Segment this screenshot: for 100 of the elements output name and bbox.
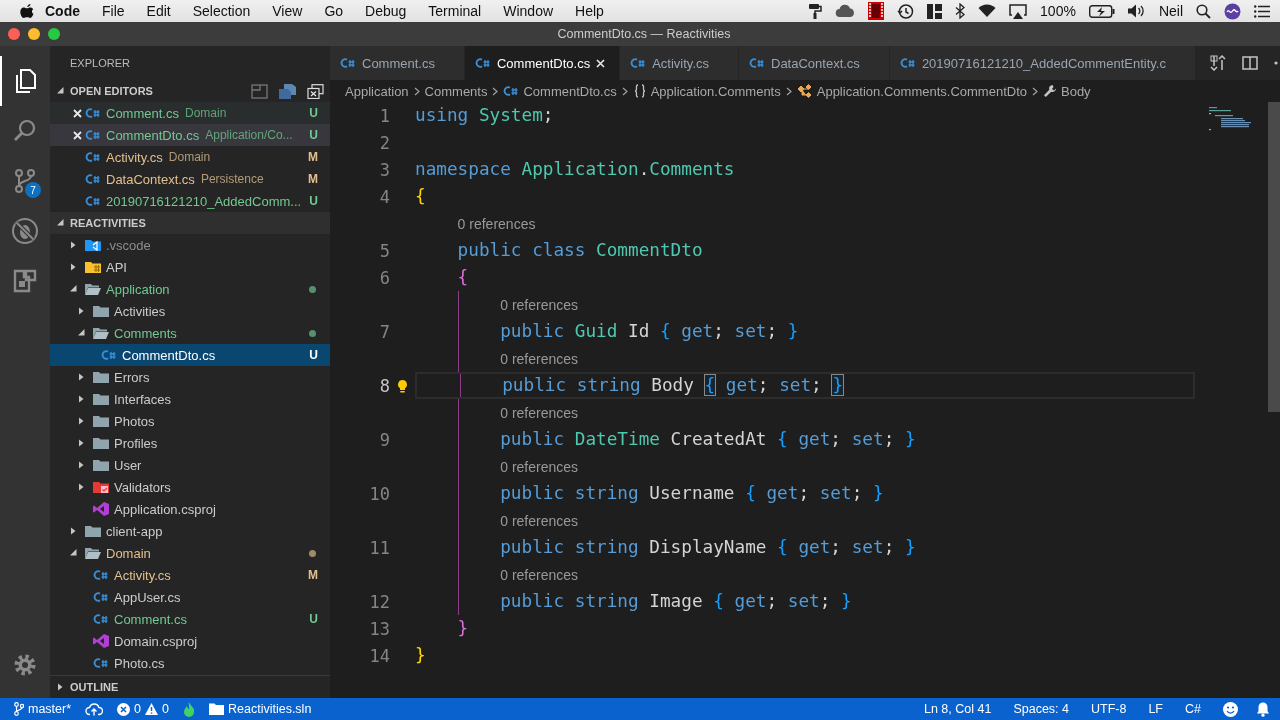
assistant-icon[interactable] <box>1224 2 1241 20</box>
codelens-link[interactable]: 0 references <box>500 297 579 313</box>
film-icon[interactable] <box>868 2 885 20</box>
status-item[interactable]: Ln 8, Col 41 <box>924 702 992 716</box>
tree-item[interactable]: Photo.cs <box>114 655 165 671</box>
tree-item[interactable]: Activities <box>114 303 166 319</box>
paint-roller-icon[interactable] <box>808 3 823 19</box>
chevron-icon[interactable] <box>77 461 85 469</box>
tree-item[interactable]: Comment.cs <box>114 611 187 627</box>
codelens-link[interactable]: 0 references <box>500 351 579 367</box>
solution-name[interactable]: Reactivities.sln <box>228 702 312 716</box>
tree-item[interactable]: Profiles <box>114 435 158 451</box>
tree-item[interactable]: User <box>114 457 142 473</box>
tree-item[interactable]: Errors <box>114 369 150 385</box>
scrollbar-thumb[interactable] <box>1268 102 1280 412</box>
tree-item[interactable]: CommentDto.cs <box>122 347 216 363</box>
close-icon[interactable] <box>72 108 82 118</box>
tree-item[interactable]: API <box>106 259 127 275</box>
settings-icon[interactable] <box>12 652 38 678</box>
menu-item[interactable]: File <box>91 3 136 19</box>
chevron-icon[interactable] <box>69 285 77 293</box>
files-icon[interactable] <box>13 68 39 94</box>
volume-icon[interactable] <box>1127 4 1146 18</box>
chevron-icon[interactable] <box>56 683 64 691</box>
breadcrumb-item[interactable]: Comments <box>424 83 488 99</box>
close-icon[interactable] <box>596 58 606 68</box>
battery-icon[interactable] <box>1088 4 1115 18</box>
chevron-icon[interactable] <box>77 483 85 491</box>
chevron-icon[interactable] <box>69 241 77 249</box>
menu-item[interactable]: Selection <box>181 3 262 19</box>
error-count[interactable]: 0 <box>134 702 142 716</box>
section-header[interactable]: REACTIVITIES <box>70 217 146 229</box>
menu-item[interactable]: Terminal <box>417 3 493 19</box>
zoom-window-button[interactable] <box>48 28 60 40</box>
compare-changes-icon[interactable] <box>1209 55 1226 71</box>
warning-count[interactable]: 0 <box>162 702 169 716</box>
breadcrumb-item[interactable]: CommentDto.cs <box>523 83 617 99</box>
layout-icon[interactable] <box>927 3 943 19</box>
source-control-icon[interactable] <box>12 168 38 194</box>
codelens-link[interactable]: 0 references <box>500 405 579 421</box>
breadcrumb-item[interactable]: Application <box>345 83 409 99</box>
tree-item[interactable]: Validators <box>114 479 171 495</box>
open-editor-item[interactable]: CommentDto.cs <box>106 127 200 143</box>
chevron-icon[interactable] <box>56 87 64 95</box>
tree-item[interactable]: Interfaces <box>114 391 172 407</box>
search-icon[interactable] <box>1196 3 1211 19</box>
status-item[interactable]: LF <box>1148 702 1163 716</box>
status-item[interactable]: UTF-8 <box>1091 702 1127 716</box>
chevron-icon[interactable] <box>77 417 85 425</box>
codelens-link[interactable]: 0 references <box>500 459 579 475</box>
bluetooth-icon[interactable] <box>955 3 966 19</box>
tree-item[interactable]: Domain <box>106 545 151 561</box>
chevron-icon[interactable] <box>69 263 77 271</box>
section-header[interactable]: OPEN EDITORS <box>70 85 153 97</box>
menu-item[interactable]: Window <box>492 3 565 19</box>
breadcrumb-item[interactable]: Body <box>1061 83 1091 99</box>
tree-item[interactable]: client-app <box>106 523 163 539</box>
lightbulb-icon[interactable] <box>397 378 408 393</box>
minimize-window-button[interactable] <box>28 28 40 40</box>
codelens-link[interactable]: 0 references <box>457 216 536 232</box>
split-editor-icon[interactable] <box>1241 56 1258 70</box>
menu-item[interactable]: Edit <box>135 3 182 19</box>
editor-tab[interactable]: CommentDto.cs <box>464 46 621 80</box>
app-menu[interactable]: Code <box>34 3 91 19</box>
tree-item[interactable]: AppUser.cs <box>114 589 181 605</box>
editor-tab[interactable]: Activity.cs <box>620 46 739 80</box>
new-file-icon[interactable] <box>251 83 268 99</box>
close-window-button[interactable] <box>8 28 20 40</box>
list-icon[interactable] <box>1254 4 1270 18</box>
chevron-icon[interactable] <box>77 307 85 315</box>
cloud-upload-icon[interactable] <box>85 702 104 716</box>
git-branch-icon[interactable] <box>14 702 24 716</box>
codelens-link[interactable]: 0 references <box>500 567 579 583</box>
chevron-icon[interactable] <box>69 527 77 535</box>
wifi-icon[interactable] <box>978 4 997 18</box>
section-header[interactable]: OUTLINE <box>70 681 119 693</box>
breadcrumb-item[interactable]: Application.Comments <box>650 83 781 99</box>
breadcrumb-item[interactable]: Application.Comments.CommentDto <box>816 83 1027 99</box>
chevron-icon[interactable] <box>77 395 85 403</box>
editor-tab[interactable]: DataContext.cs <box>739 46 890 80</box>
tree-item[interactable]: .vscode <box>106 237 151 253</box>
chevron-icon[interactable] <box>77 373 85 381</box>
menu-item[interactable]: Help <box>564 3 615 19</box>
open-editor-item[interactable]: 20190716121210_AddedComm... <box>106 193 302 209</box>
open-editor-item[interactable]: Comment.cs <box>106 105 179 121</box>
tree-item[interactable]: Domain.csproj <box>114 633 198 649</box>
chevron-icon[interactable] <box>56 219 64 227</box>
tree-item[interactable]: Photos <box>114 413 155 429</box>
open-editor-item[interactable]: DataContext.cs <box>106 171 195 187</box>
editor-tab[interactable]: Comment.cs <box>330 46 465 80</box>
menu-item[interactable]: Go <box>313 3 355 19</box>
smiley-icon[interactable] <box>1223 701 1238 717</box>
tree-item[interactable]: Comments <box>114 325 177 341</box>
display-icon[interactable] <box>1009 3 1028 19</box>
debug-icon[interactable] <box>11 217 39 245</box>
close-all-icon[interactable] <box>307 83 324 99</box>
extensions-icon[interactable] <box>12 268 38 294</box>
bell-icon[interactable] <box>1256 701 1270 717</box>
tree-item[interactable]: Application.csproj <box>114 501 216 517</box>
menu-item[interactable]: View <box>261 3 314 19</box>
